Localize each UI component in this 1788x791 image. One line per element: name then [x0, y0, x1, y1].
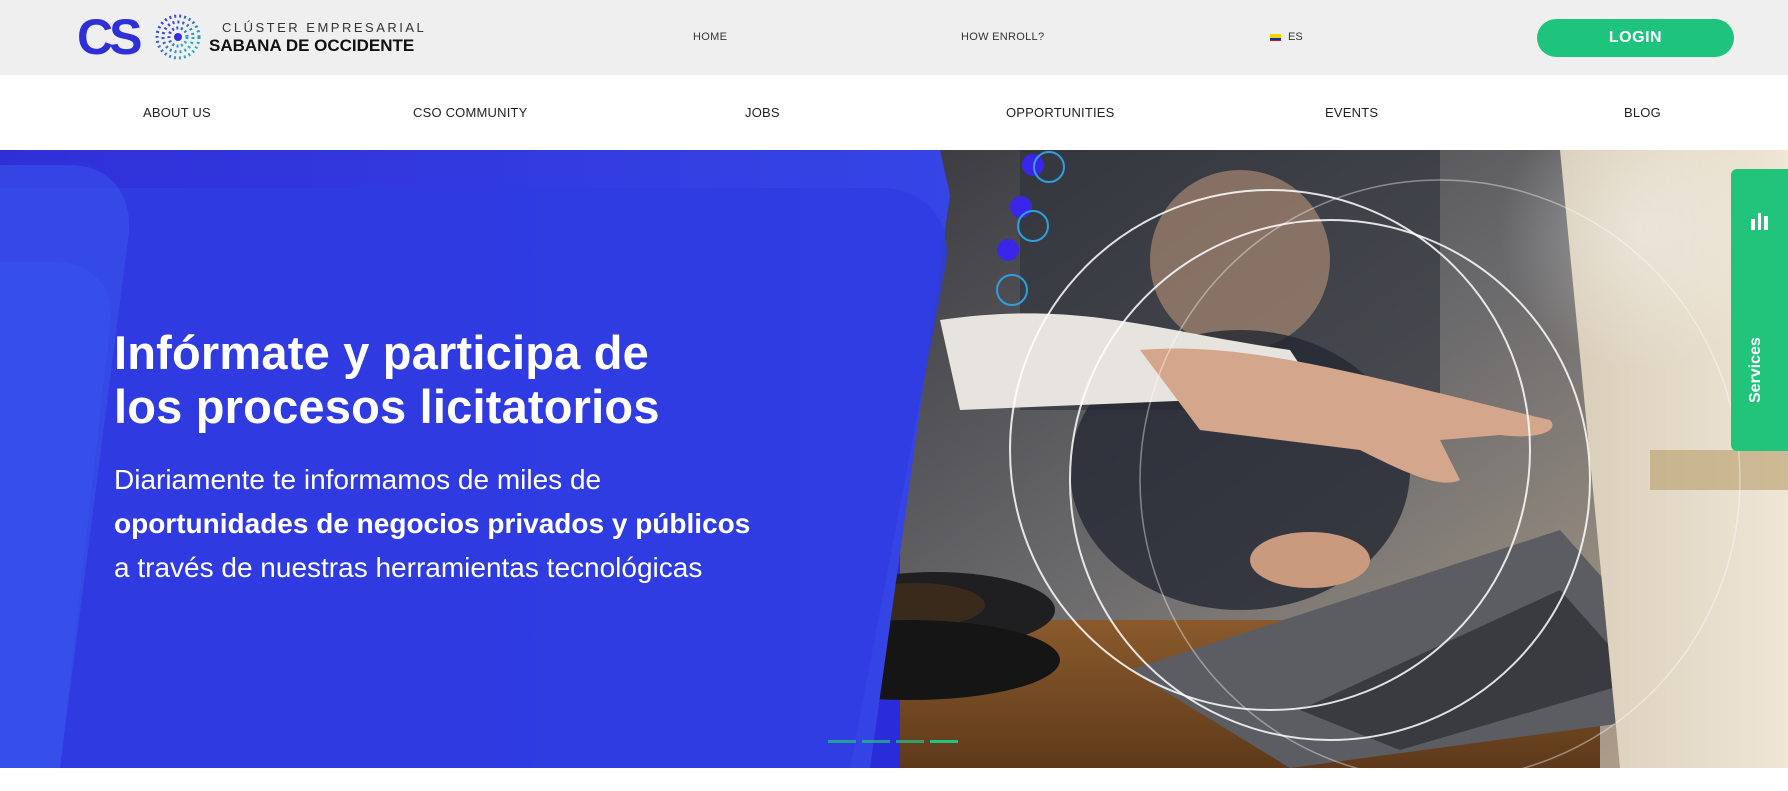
services-side-tab[interactable]: Services [1731, 169, 1788, 451]
hero-banner: Infórmate y participa de los procesos li… [0, 150, 1788, 768]
carousel-indicator-3[interactable] [896, 740, 924, 743]
logo-text: CLÚSTER EMPRESARIAL SABANA DE OCCIDENTE [209, 21, 426, 54]
hero-copy: Infórmate y participa de los procesos li… [114, 326, 874, 590]
nav-blog[interactable]: BLOG [1624, 105, 1661, 120]
logo-dots-icon [155, 14, 201, 60]
brand-logo[interactable]: CS CLÚSTER EMPRESARIAL SABANA DE OCCIDEN… [77, 9, 426, 65]
hero-title-line-1: Infórmate y participa de [114, 326, 649, 379]
hero-subtitle-line-1: Diariamente te informamos de miles de [114, 464, 602, 495]
login-button[interactable]: LOGIN [1537, 19, 1734, 57]
hero-title-line-2: los procesos licitatorios [114, 380, 660, 433]
carousel-indicator-2[interactable] [862, 740, 890, 743]
nav-about-us[interactable]: ABOUT US [143, 105, 211, 120]
logo-subtitle: CLÚSTER EMPRESARIAL [222, 19, 427, 35]
language-selector[interactable]: ES [1270, 31, 1303, 43]
carousel-indicator-1[interactable] [828, 740, 856, 743]
logo-mark: CS [77, 9, 203, 65]
logo-letters: CS [77, 9, 142, 65]
colombia-flag-icon [1270, 33, 1281, 41]
hero-subtitle-line-2: oportunidades de negocios privados y púb… [114, 508, 751, 539]
page-bottom-strip [0, 768, 1788, 791]
nav-jobs[interactable]: JOBS [745, 105, 780, 120]
logo-title: SABANA DE OCCIDENTE [209, 35, 415, 55]
carousel-indicators [828, 740, 958, 743]
services-label: Services [1747, 337, 1764, 403]
top-bar: CS CLÚSTER EMPRESARIAL SABANA DE OCCIDEN… [0, 0, 1788, 75]
hero-subtitle-line-3: a través de nuestras herramientas tecnol… [114, 552, 703, 583]
hero-subtitle: Diariamente te informamos de miles de op… [114, 458, 874, 590]
nav-events[interactable]: EVENTS [1325, 105, 1378, 120]
nav-how-enroll-link[interactable]: HOW ENROLL? [961, 31, 1044, 43]
hero-title: Infórmate y participa de los procesos li… [114, 326, 874, 434]
nav-cso-community[interactable]: CSO COMMUNITY [413, 105, 528, 120]
carousel-indicator-4[interactable] [930, 740, 958, 743]
main-nav: ABOUT US CSO COMMUNITY JOBS OPPORTUNITIE… [0, 75, 1788, 150]
nav-home-link[interactable]: HOME [693, 31, 727, 43]
nav-opportunities[interactable]: OPPORTUNITIES [1006, 105, 1115, 120]
bars-icon [1751, 213, 1769, 230]
language-code: ES [1288, 31, 1303, 43]
